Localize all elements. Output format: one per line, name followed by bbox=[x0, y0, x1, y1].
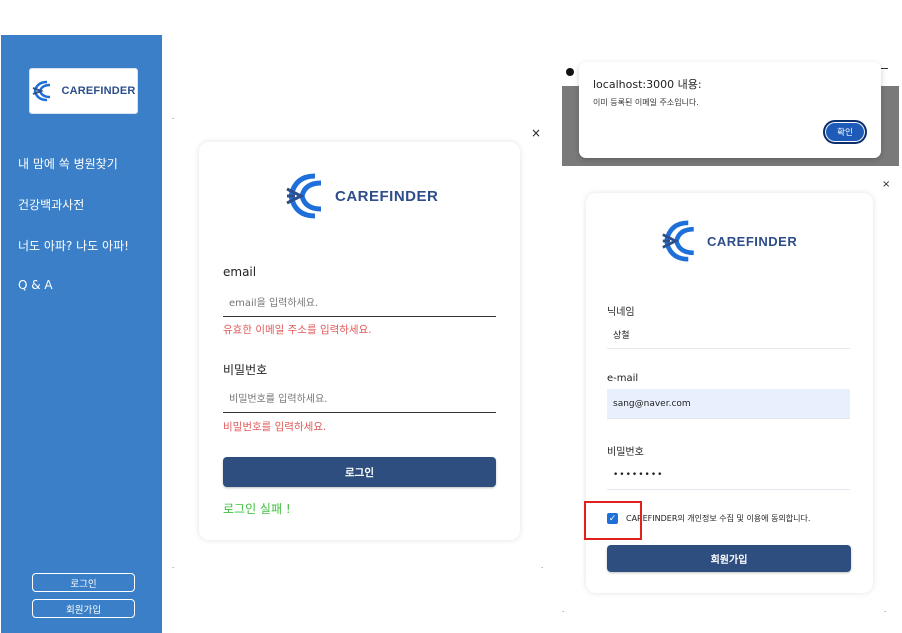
overlay-dot bbox=[566, 68, 574, 76]
password-input[interactable] bbox=[223, 386, 496, 413]
nickname-value: 상철 bbox=[613, 330, 630, 341]
nickname-label: 닉네임 bbox=[607, 307, 635, 318]
sidebar: CAREFINDER 내 맘에 쏙 병원찾기 건강백과사전 너도 아파? 나도 … bbox=[1, 35, 162, 633]
signup-submit-button[interactable]: 회원가입 bbox=[607, 545, 851, 572]
corner-mark: . bbox=[562, 606, 565, 614]
signup-logo: CAREFINDER bbox=[661, 219, 797, 263]
nav-item-community[interactable]: 너도 아파? 나도 아파! bbox=[18, 237, 129, 254]
corner-mark: . bbox=[884, 606, 887, 614]
overlay-dash bbox=[880, 68, 888, 69]
nav-item-hospital-finder[interactable]: 내 맘에 쏙 병원찾기 bbox=[18, 155, 118, 172]
alert-message: 이미 등록된 이메일 주소입니다. bbox=[593, 98, 699, 107]
login-failure-message: 로그인 실패 ! bbox=[223, 502, 291, 516]
nav-item-qna[interactable]: Q & A bbox=[18, 278, 53, 292]
corner-mark: . bbox=[172, 562, 175, 570]
agree-text: CAREFINDER의 개인정보 수집 및 이용에 동의합니다. bbox=[626, 514, 811, 523]
annotation-highlight-box bbox=[584, 501, 642, 540]
logo-wordmark: CAREFINDER bbox=[335, 187, 439, 205]
signup-email-input[interactable]: sang@naver.com bbox=[607, 389, 850, 419]
carefinder-logo-icon bbox=[662, 220, 694, 262]
email-label: email bbox=[223, 265, 257, 279]
sidebar-login-button[interactable]: 로그인 bbox=[32, 573, 135, 592]
sidebar-logo[interactable]: CAREFINDER bbox=[29, 68, 138, 114]
signup-password-value: •••••••• bbox=[613, 469, 664, 480]
corner-mark: . bbox=[172, 113, 175, 121]
alert-title: localhost:3000 내용: bbox=[593, 78, 702, 91]
carefinder-logo-icon bbox=[33, 80, 51, 102]
login-submit-button[interactable]: 로그인 bbox=[223, 457, 496, 487]
nav-item-health-encyclopedia[interactable]: 건강백과사전 bbox=[18, 196, 84, 213]
signup-password-input[interactable]: •••••••• bbox=[607, 460, 850, 490]
email-input[interactable] bbox=[223, 290, 496, 317]
signup-close-icon[interactable]: × bbox=[882, 179, 890, 190]
sidebar-signup-button[interactable]: 회원가입 bbox=[32, 599, 135, 618]
signup-email-value: sang@naver.com bbox=[613, 398, 691, 409]
signup-password-label: 비밀번호 bbox=[607, 447, 644, 458]
logo-wordmark: CAREFINDER bbox=[707, 233, 798, 249]
signup-modal: × CAREFINDER 닉네임 상철 e-mail sang@naver.co… bbox=[562, 166, 899, 633]
alert-dialog: localhost:3000 내용: 이미 등록된 이메일 주소입니다. 확인 bbox=[579, 62, 881, 158]
signup-email-label: e-mail bbox=[607, 373, 639, 384]
carefinder-logo-icon bbox=[286, 173, 322, 219]
login-logo: CAREFINDER bbox=[285, 172, 438, 220]
password-error-text: 비밀번호를 입력하세요. bbox=[223, 421, 327, 433]
password-label: 비밀번호 bbox=[223, 363, 268, 377]
login-close-icon[interactable]: × bbox=[531, 126, 541, 140]
logo-wordmark: CAREFINDER bbox=[61, 85, 136, 97]
alert-ok-button[interactable]: 확인 bbox=[823, 120, 867, 144]
corner-mark: . bbox=[541, 562, 544, 570]
email-error-text: 유효한 이메일 주소를 입력하세요. bbox=[223, 324, 372, 336]
login-card: CAREFINDER email 유효한 이메일 주소를 입력하세요. 비밀번호… bbox=[199, 142, 520, 540]
nickname-input[interactable]: 상철 bbox=[607, 320, 850, 349]
